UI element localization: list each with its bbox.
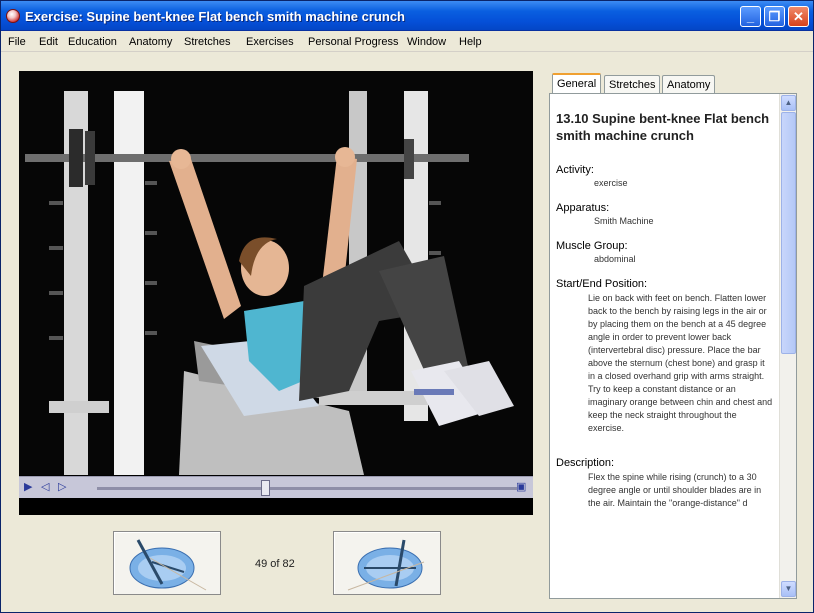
- close-button[interactable]: ✕: [788, 6, 809, 27]
- exercise-counter: 49 of 82: [255, 558, 295, 570]
- title-bar[interactable]: Exercise: Supine bent-knee Flat bench sm…: [1, 1, 813, 31]
- exercise-title: 13.10 Supine bent-knee Flat bench smith …: [556, 111, 770, 143]
- position-label: Start/End Position:: [556, 278, 648, 290]
- scroll-down-button[interactable]: ▼: [781, 581, 796, 597]
- maximize-button[interactable]: ❐: [764, 6, 785, 27]
- player-controls: ▶ ◁ ▷ ▣: [19, 476, 533, 498]
- apparatus-label: Apparatus:: [556, 202, 610, 214]
- menu-personal-progress[interactable]: Personal Progress: [308, 36, 399, 48]
- play-button[interactable]: ▶: [24, 480, 32, 493]
- scroll-up-button[interactable]: ▲: [781, 95, 796, 111]
- next-exercise-thumbnail-icon: [347, 539, 425, 591]
- activity-label: Activity:: [556, 164, 594, 176]
- end-button[interactable]: ▣: [516, 480, 526, 493]
- info-content: 13.10 Supine bent-knee Flat bench smith …: [556, 110, 774, 532]
- window-title: Exercise: Supine bent-knee Flat bench sm…: [25, 9, 405, 24]
- menu-window[interactable]: Window: [407, 36, 446, 48]
- previous-exercise-button[interactable]: [113, 531, 221, 595]
- menu-edit[interactable]: Edit: [39, 36, 58, 48]
- tab-stretches[interactable]: Stretches: [604, 75, 661, 94]
- description-text: Flex the spine while rising (crunch) to …: [588, 472, 762, 508]
- app-logo-icon: [6, 9, 20, 23]
- next-frame-button[interactable]: ▷: [58, 480, 66, 493]
- muscle-group-value: abdominal: [594, 254, 636, 264]
- apparatus-value: Smith Machine: [594, 216, 654, 226]
- activity-value: exercise: [594, 178, 628, 188]
- tab-general[interactable]: General: [552, 73, 602, 94]
- seek-thumb[interactable]: [261, 480, 270, 496]
- previous-exercise-thumbnail-icon: [129, 539, 207, 591]
- menu-education[interactable]: Education: [68, 36, 117, 48]
- info-scrollbar[interactable]: ▲ ▼: [779, 94, 796, 598]
- menu-bar: File Edit Education Anatomy Stretches Ex…: [1, 32, 813, 52]
- app-window: Exercise: Supine bent-knee Flat bench sm…: [0, 0, 814, 613]
- scroll-thumb[interactable]: [781, 112, 796, 354]
- next-exercise-button[interactable]: [333, 531, 441, 595]
- muscle-group-label: Muscle Group:: [556, 240, 628, 252]
- position-text: Lie on back with feet on bench. Flatten …: [588, 293, 773, 433]
- description-label: Description:: [556, 457, 615, 469]
- menu-stretches[interactable]: Stretches: [184, 36, 230, 48]
- video-footer: [19, 498, 533, 515]
- menu-help[interactable]: Help: [459, 36, 482, 48]
- exercise-video-image: [19, 71, 533, 475]
- seek-bar[interactable]: [97, 487, 517, 490]
- video-player: ▶ ◁ ▷ ▣: [19, 71, 533, 515]
- exercise-video[interactable]: [19, 71, 533, 475]
- menu-exercises[interactable]: Exercises: [246, 36, 294, 48]
- menu-anatomy[interactable]: Anatomy: [129, 36, 172, 48]
- tab-anatomy[interactable]: Anatomy: [662, 75, 716, 94]
- prev-frame-button[interactable]: ◁: [41, 480, 49, 493]
- general-info-panel: 13.10 Supine bent-knee Flat bench smith …: [549, 93, 797, 599]
- minimize-button[interactable]: _: [740, 6, 761, 27]
- menu-file[interactable]: File: [8, 36, 26, 48]
